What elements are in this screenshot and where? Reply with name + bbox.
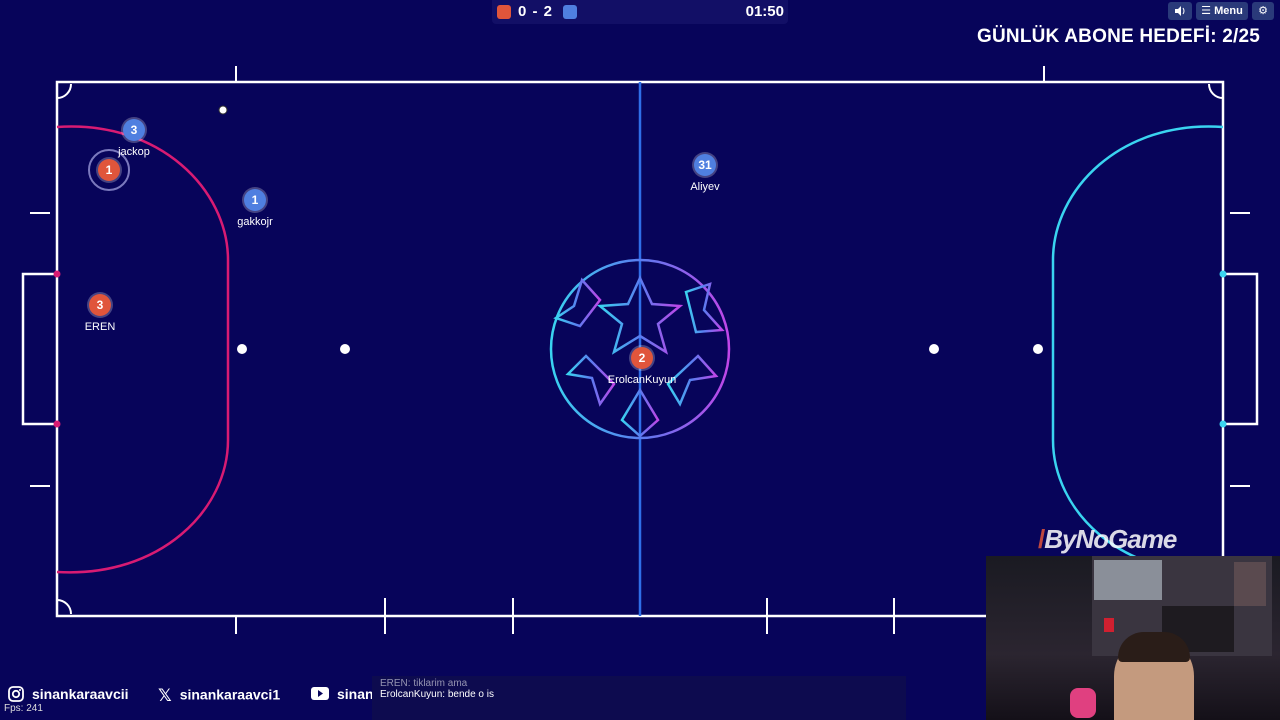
- right-penalty-area: [1051, 125, 1224, 574]
- poster-frame: [1234, 562, 1266, 606]
- trophy-red: [1104, 618, 1114, 632]
- penalty-spot: [237, 344, 247, 354]
- streamer-hair: [1118, 632, 1190, 662]
- penalty-spot: [1033, 344, 1043, 354]
- left-goal: [21, 272, 57, 426]
- x-handle: 𝕏sinankaraavci1: [158, 686, 281, 705]
- corner-arc-tl: [56, 83, 72, 99]
- player-name: ErolcanKuyun: [607, 374, 677, 386]
- left-penalty-area: [56, 125, 230, 574]
- match-clock: 01:50: [745, 3, 784, 20]
- red-team-icon: [497, 5, 511, 19]
- blue-team-icon: [563, 5, 577, 19]
- player-name: EREN: [84, 321, 116, 333]
- ball-icon: [218, 105, 228, 115]
- chair-light: [1070, 688, 1096, 718]
- chat-line: ErolcanKuyun: bende o is: [380, 689, 494, 700]
- chess-frame: [1094, 560, 1162, 600]
- menu-button[interactable]: ☰ Menu: [1196, 2, 1248, 20]
- game-stage: 3 jackop 1 1 gakkojr 3 EREN 31 Aliyev 2 …: [0, 0, 1280, 720]
- corner-arc-bl: [56, 599, 72, 615]
- player-blue-gakkojr: 1: [244, 189, 266, 211]
- penalty-spot: [340, 344, 350, 354]
- chat-line: EREN: tiklarim ama: [380, 678, 468, 689]
- fps-counter: Fps: 241: [4, 703, 43, 714]
- player-blue-jackop: 3: [123, 119, 145, 141]
- player-blue-aliyev: 31: [694, 154, 716, 176]
- speaker-icon[interactable]: [1168, 2, 1192, 20]
- player-red-eren: 3: [89, 294, 111, 316]
- youtube-icon: [311, 687, 329, 703]
- player-name: Aliyev: [690, 181, 720, 193]
- subscriber-goal-text: GÜNLÜK ABONE HEDEFİ: 2/25: [977, 26, 1260, 47]
- gear-icon[interactable]: ⚙: [1252, 2, 1274, 20]
- player-name: jackop: [118, 146, 150, 158]
- scoreboard: 0 - 2 01:50: [492, 0, 788, 24]
- x-icon: 𝕏: [158, 686, 172, 705]
- score-text: 0 - 2: [518, 3, 554, 20]
- right-goal: [1223, 272, 1259, 426]
- player-name: gakkojr: [237, 216, 273, 228]
- chat-box[interactable]: EREN: tiklarim ama ErolcanKuyun: bende o…: [372, 676, 906, 720]
- penalty-spot: [929, 344, 939, 354]
- webcam-overlay: [986, 556, 1280, 720]
- player-red-erolcankuyun: 2: [631, 347, 653, 369]
- player-red-1: 1: [98, 159, 120, 181]
- corner-arc-tr: [1208, 83, 1224, 99]
- brand-logo: /ByNoGame: [1038, 524, 1177, 554]
